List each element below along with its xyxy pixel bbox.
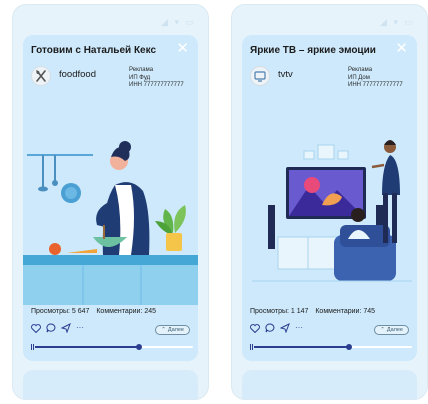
post-stats: Просмотры: 5 647 Комментарии: 245 — [31, 308, 161, 315]
more-icon[interactable]: ··· — [295, 324, 303, 332]
ad-info: Реклама ИП Дом ИНН 777777777777 — [348, 67, 403, 90]
chevron-up-icon: ⌃ — [380, 327, 385, 333]
more-icon[interactable]: ··· — [76, 324, 84, 332]
ad-company: ИП Фуд — [129, 74, 151, 81]
more-button[interactable]: ⌃ Далее — [155, 325, 190, 335]
phone-screen-right: ◢ ▾ ▭ Яркие ТВ – яркие эмоции ✕ tvtv Рек… — [231, 4, 428, 400]
views-count: Просмотры: 1 147 — [250, 308, 309, 315]
cooking-illustration — [23, 105, 198, 305]
video-progress[interactable] — [250, 344, 412, 350]
progress-fill — [254, 346, 349, 348]
post-title: Готовим с Натальей Кекс — [31, 45, 157, 56]
next-post-card[interactable] — [242, 370, 417, 399]
more-button-label: Далее — [167, 327, 184, 333]
action-bar: ··· — [31, 323, 84, 333]
progress-knob[interactable] — [345, 344, 352, 350]
channel-name[interactable]: foodfood — [59, 69, 96, 80]
progress-knob[interactable] — [136, 344, 143, 350]
comment-icon[interactable] — [46, 323, 56, 333]
share-icon[interactable] — [280, 323, 290, 333]
post-title: Яркие ТВ – яркие эмоции — [250, 45, 376, 56]
status-bar: ◢ ▾ ▭ — [13, 5, 208, 35]
status-bar: ◢ ▾ ▭ — [232, 5, 427, 35]
ad-inn: ИНН 777777777777 — [348, 82, 403, 88]
progress-fill — [35, 346, 140, 348]
more-button-label: Далее — [386, 327, 403, 333]
ad-company: ИП Дом — [348, 74, 370, 81]
tv-illustration — [242, 105, 417, 305]
status-icons: ◢ ▾ ▭ — [380, 17, 415, 27]
more-button[interactable]: ⌃ Далее — [374, 325, 409, 335]
post-stats: Просмотры: 1 147 Комментарии: 745 — [250, 308, 380, 315]
action-bar: ··· — [250, 323, 303, 333]
pause-icon[interactable] — [31, 344, 34, 350]
comments-count: Комментарии: 745 — [315, 308, 376, 315]
heart-icon[interactable] — [31, 323, 41, 333]
cutlery-icon[interactable] — [31, 66, 51, 86]
ad-post-card[interactable]: Готовим с Натальей Кекс ✕ foodfood Рекла… — [23, 35, 198, 361]
views-count: Просмотры: 5 647 — [31, 308, 90, 315]
heart-icon[interactable] — [250, 323, 260, 333]
pause-icon[interactable] — [250, 344, 253, 350]
ad-inn: ИНН 777777777777 — [129, 82, 184, 88]
ad-label: Реклама — [348, 67, 373, 73]
close-icon[interactable]: ✕ — [176, 41, 189, 56]
status-icons: ◢ ▾ ▭ — [161, 17, 196, 27]
phone-screen-left: ◢ ▾ ▭ Готовим с Натальей Кекс ✕ foodfood… — [12, 4, 209, 400]
comments-count: Комментарии: 245 — [96, 308, 157, 315]
video-progress[interactable] — [31, 344, 193, 350]
chevron-up-icon: ⌃ — [161, 327, 166, 333]
share-icon[interactable] — [61, 323, 71, 333]
channel-name[interactable]: tvtv — [278, 69, 293, 80]
close-icon[interactable]: ✕ — [395, 41, 408, 56]
ad-info: Реклама ИП Фуд ИНН 777777777777 — [129, 67, 184, 90]
comment-icon[interactable] — [265, 323, 275, 333]
tv-icon[interactable] — [250, 66, 270, 86]
ad-label: Реклама — [129, 67, 154, 73]
ad-post-card[interactable]: Яркие ТВ – яркие эмоции ✕ tvtv Реклама И… — [242, 35, 417, 361]
next-post-card[interactable] — [23, 370, 198, 399]
